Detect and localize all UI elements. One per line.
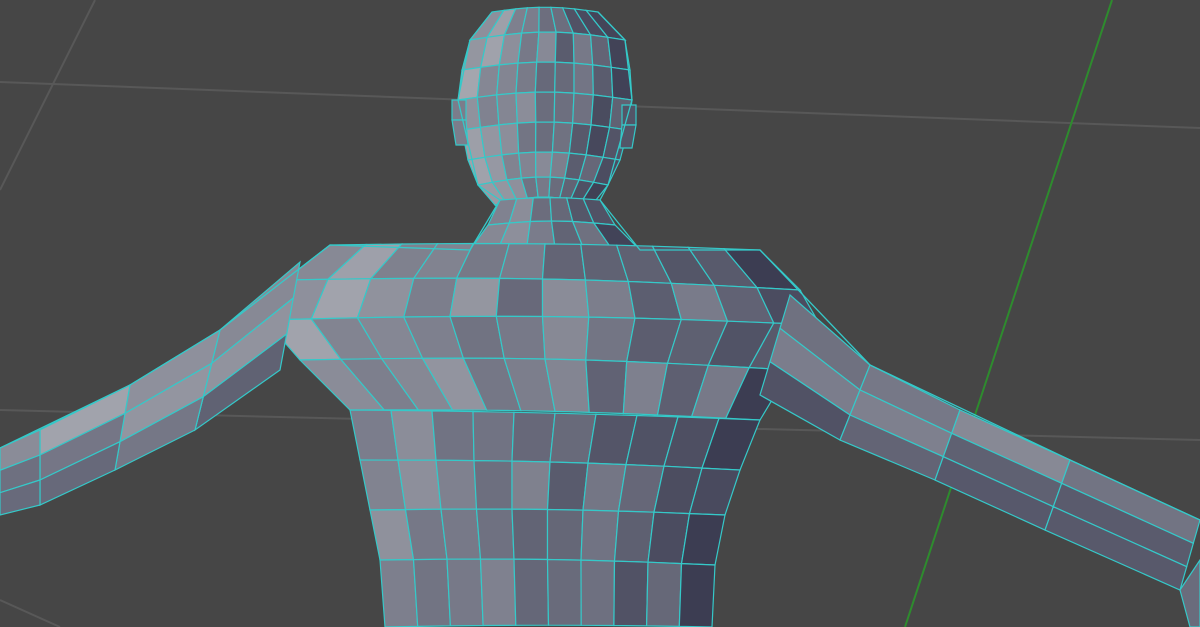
- mesh-face: [495, 315, 546, 360]
- mesh-face: [536, 31, 557, 63]
- mesh-face: [580, 559, 616, 627]
- mesh-face: [534, 91, 556, 123]
- mesh-face: [580, 509, 620, 562]
- mesh-face: [479, 124, 503, 158]
- mesh-face: [573, 62, 594, 96]
- mesh-face: [496, 62, 519, 96]
- mesh-face: [404, 508, 448, 561]
- mesh-face: [535, 176, 551, 198]
- mesh-face: [435, 459, 478, 510]
- mesh-face: [412, 558, 452, 627]
- mesh-face: [379, 558, 419, 627]
- mesh-face: [541, 243, 587, 281]
- abdomen-patch: [349, 409, 761, 627]
- grid-line: [0, 599, 61, 627]
- right-arm-patch: [759, 293, 1200, 591]
- mesh-face: [472, 410, 515, 462]
- mesh-face: [546, 508, 584, 561]
- mesh-face: [446, 558, 484, 627]
- mesh-face: [449, 277, 501, 318]
- mesh-face: [541, 315, 590, 361]
- mesh-face: [584, 279, 636, 319]
- mesh-face: [476, 64, 500, 98]
- mesh-face: [534, 151, 554, 178]
- mesh-face: [473, 459, 513, 510]
- mesh-face: [397, 459, 442, 511]
- ear-right-patch: [619, 104, 637, 149]
- mesh-face: [534, 121, 555, 153]
- mesh-face: [511, 508, 549, 561]
- mesh-face: [572, 92, 594, 126]
- 3d-viewport[interactable]: [0, 0, 1200, 627]
- mesh-face: [680, 512, 726, 566]
- mesh-face: [619, 124, 637, 149]
- mesh-face: [554, 31, 575, 64]
- mesh-face: [546, 461, 589, 511]
- mesh-face: [541, 278, 590, 318]
- mesh-face: [390, 409, 437, 461]
- mesh-face: [572, 32, 594, 66]
- grid-line: [0, 0, 96, 191]
- mesh-face: [515, 61, 538, 94]
- mesh-face: [498, 122, 520, 156]
- mesh-face: [621, 104, 637, 126]
- human-mesh[interactable]: [0, 6, 1200, 627]
- mesh-face: [553, 91, 575, 124]
- viewport-scene[interactable]: [0, 0, 1200, 627]
- mesh-face: [546, 558, 582, 626]
- mesh-face: [517, 31, 540, 64]
- left-arm-patch: [0, 260, 301, 516]
- mesh-face: [431, 410, 475, 462]
- mesh-face: [440, 508, 482, 560]
- mesh-face: [403, 277, 458, 318]
- mesh-face: [513, 558, 550, 626]
- mesh-face: [678, 562, 716, 627]
- mesh-face: [529, 196, 553, 223]
- mesh-face: [511, 460, 551, 511]
- mesh-face: [518, 151, 537, 179]
- mesh-face: [476, 94, 500, 128]
- mesh-face: [613, 510, 655, 563]
- mesh-face: [495, 277, 544, 318]
- mesh-face: [516, 121, 537, 154]
- mesh-face: [515, 91, 537, 124]
- mesh-face: [475, 508, 515, 560]
- mesh-face: [613, 560, 649, 627]
- mesh-face: [592, 64, 614, 98]
- mesh-face: [479, 558, 517, 627]
- mesh-face: [349, 409, 399, 461]
- mesh-face: [585, 359, 628, 415]
- mesh-face: [645, 561, 683, 627]
- mesh-face: [534, 61, 556, 93]
- chest-patch: [263, 242, 822, 421]
- mesh-faces[interactable]: [0, 6, 1200, 627]
- mesh-face: [511, 411, 556, 463]
- mesh-face: [554, 61, 575, 94]
- mesh-face: [590, 94, 614, 128]
- mesh-face: [496, 92, 518, 126]
